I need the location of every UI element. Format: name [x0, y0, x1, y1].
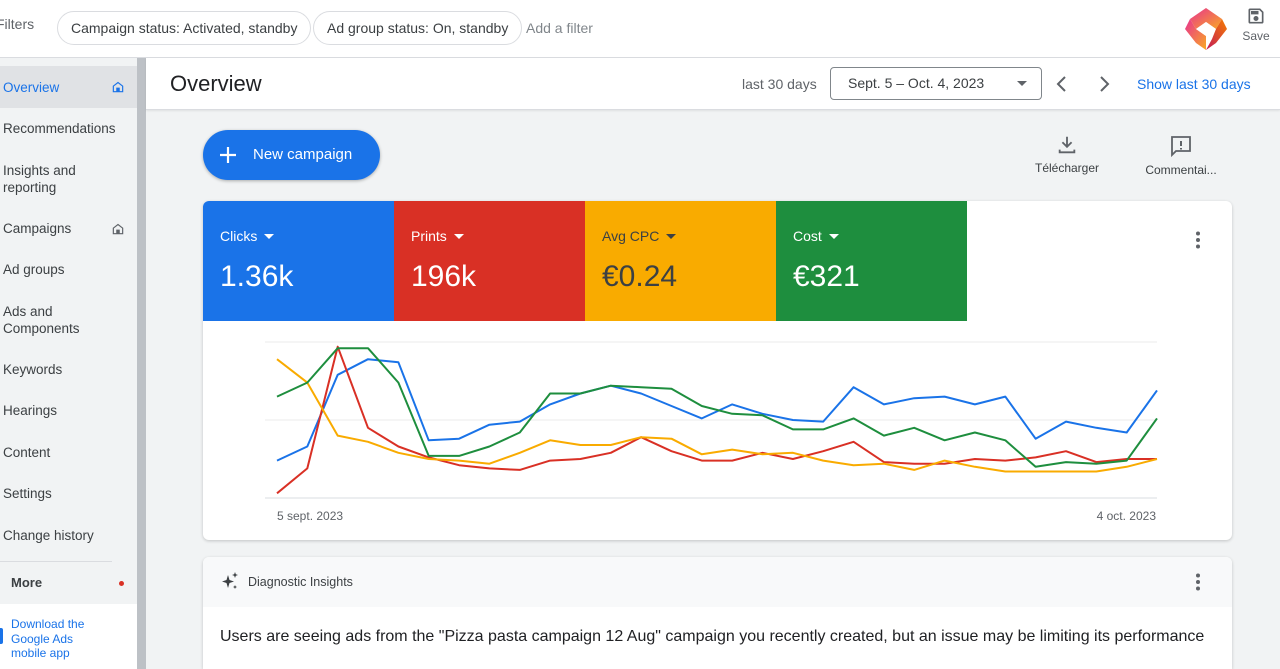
metric-value: 196k: [411, 260, 477, 293]
download-icon: [1058, 136, 1076, 154]
more-label: More: [11, 575, 43, 590]
metric-value: €321: [793, 260, 860, 293]
feedback-icon: [1171, 136, 1191, 158]
filters-label: Filters: [0, 16, 35, 32]
more-vert-icon[interactable]: [1188, 230, 1208, 250]
metric-tile-cost[interactable]: Cost €321: [776, 201, 967, 321]
page-header: Overview last 30 days Sept. 5 – Oct. 4, …: [146, 58, 1280, 110]
dropdown-arrow-icon: [453, 234, 464, 240]
new-campaign-label: New campaign: [253, 146, 353, 163]
plus-icon: [220, 147, 236, 163]
more-vert-icon[interactable]: [1188, 572, 1208, 592]
ad-group-status-filter-chip[interactable]: Ad group status: On, standby: [313, 11, 523, 45]
dropdown-arrow-icon: [264, 234, 275, 240]
insights-message: Users are seeing ads from the "Pizza pas…: [220, 628, 1205, 645]
sidebar-item-ads-components[interactable]: Ads and Components: [0, 303, 90, 337]
comments-button[interactable]: Commentai...: [1140, 134, 1222, 177]
download-button[interactable]: Télécharger: [1030, 134, 1104, 175]
chevron-down-icon: [1017, 81, 1027, 86]
series-line-avg-cpc: [276, 358, 1158, 473]
performance-card: Clicks 1.36k Prints 196k Avg CPC €0.24 C…: [203, 201, 1232, 540]
home-icon: [112, 81, 124, 93]
sidebar-item-recommendations[interactable]: Recommendations: [0, 120, 137, 137]
sidebar-item-hearings[interactable]: Hearings: [0, 402, 137, 419]
performance-chart: 5 sept. 2023 4 oct. 2023: [265, 341, 1158, 523]
sidebar-more-button[interactable]: More: [0, 562, 137, 604]
metric-value: 1.36k: [220, 260, 294, 293]
metric-label: Cost: [793, 228, 822, 244]
sidebar-item-keywords[interactable]: Keywords: [0, 361, 137, 378]
campaign-status-filter-chip[interactable]: Campaign status: Activated, standby: [57, 11, 312, 45]
download-app-indicator: [0, 628, 3, 644]
show-last-30-days-link[interactable]: Show last 30 days: [1137, 76, 1251, 92]
page-title: Overview: [170, 71, 262, 96]
dropdown-arrow-icon: [666, 234, 677, 240]
sidebar-item-settings[interactable]: Settings: [0, 485, 137, 502]
comments-label: Commentai...: [1145, 163, 1217, 177]
sidebar-item-label: Overview: [3, 80, 60, 95]
date-range-value: Sept. 5 – Oct. 4, 2023: [848, 75, 985, 91]
diagnostic-insights-card: Diagnostic Insights Users are seeing ads…: [203, 557, 1232, 669]
sidebar-item-change-history[interactable]: Change history: [0, 527, 137, 544]
sidebar-item-insights-reporting[interactable]: Insights and reporting: [0, 162, 90, 196]
sidebar-item-content[interactable]: Content: [0, 444, 137, 461]
save-icon: [1248, 8, 1264, 24]
save-label: Save: [1242, 29, 1270, 43]
app-logo-icon: [1182, 5, 1230, 53]
previous-period-icon[interactable]: [1052, 72, 1072, 96]
save-button[interactable]: Save: [1238, 6, 1274, 43]
insights-title: Diagnostic Insights: [248, 575, 353, 589]
sidebar-nav: Overview Recommendations Insights and re…: [0, 58, 137, 669]
metric-tile-prints[interactable]: Prints 196k: [394, 201, 585, 321]
sidebar-scrollbar[interactable]: [137, 58, 146, 669]
sparkle-icon: [222, 572, 238, 589]
metric-label: Clicks: [220, 228, 258, 244]
x-tick-end: 4 oct. 2023: [1097, 509, 1157, 523]
new-campaign-button[interactable]: New campaign: [203, 130, 380, 180]
metric-tile-clicks[interactable]: Clicks 1.36k: [203, 201, 394, 321]
metric-label: Prints: [411, 228, 447, 244]
x-tick-start: 5 sept. 2023: [277, 509, 343, 523]
date-range-label: last 30 days: [742, 76, 817, 92]
metric-tile-avg-cpc[interactable]: Avg CPC €0.24: [585, 201, 776, 321]
date-range-select[interactable]: Sept. 5 – Oct. 4, 2023: [830, 67, 1042, 100]
download-app-label: Download the Google Ads mobile app: [11, 617, 85, 660]
notification-dot: [119, 581, 124, 586]
download-app-link[interactable]: Download the Google Ads mobile app: [0, 604, 137, 669]
filter-bar: Filters Campaign status: Activated, stan…: [0, 0, 1280, 58]
sidebar-item-overview[interactable]: Overview: [0, 66, 137, 108]
home-icon: [112, 223, 124, 234]
add-filter-button[interactable]: Add a filter: [526, 20, 593, 36]
dropdown-arrow-icon: [828, 234, 839, 240]
download-label: Télécharger: [1034, 161, 1100, 175]
next-period-icon[interactable]: [1094, 72, 1114, 96]
metric-label: Avg CPC: [602, 228, 660, 244]
series-line-cost: [276, 347, 1158, 468]
sidebar-item-ad-groups[interactable]: Ad groups: [0, 261, 137, 278]
metric-value: €0.24: [602, 260, 678, 293]
insights-header: Diagnostic Insights: [203, 557, 1232, 607]
sidebar-item-label: Campaigns: [3, 221, 72, 236]
sidebar-item-campaigns[interactable]: Campaigns: [0, 220, 137, 237]
